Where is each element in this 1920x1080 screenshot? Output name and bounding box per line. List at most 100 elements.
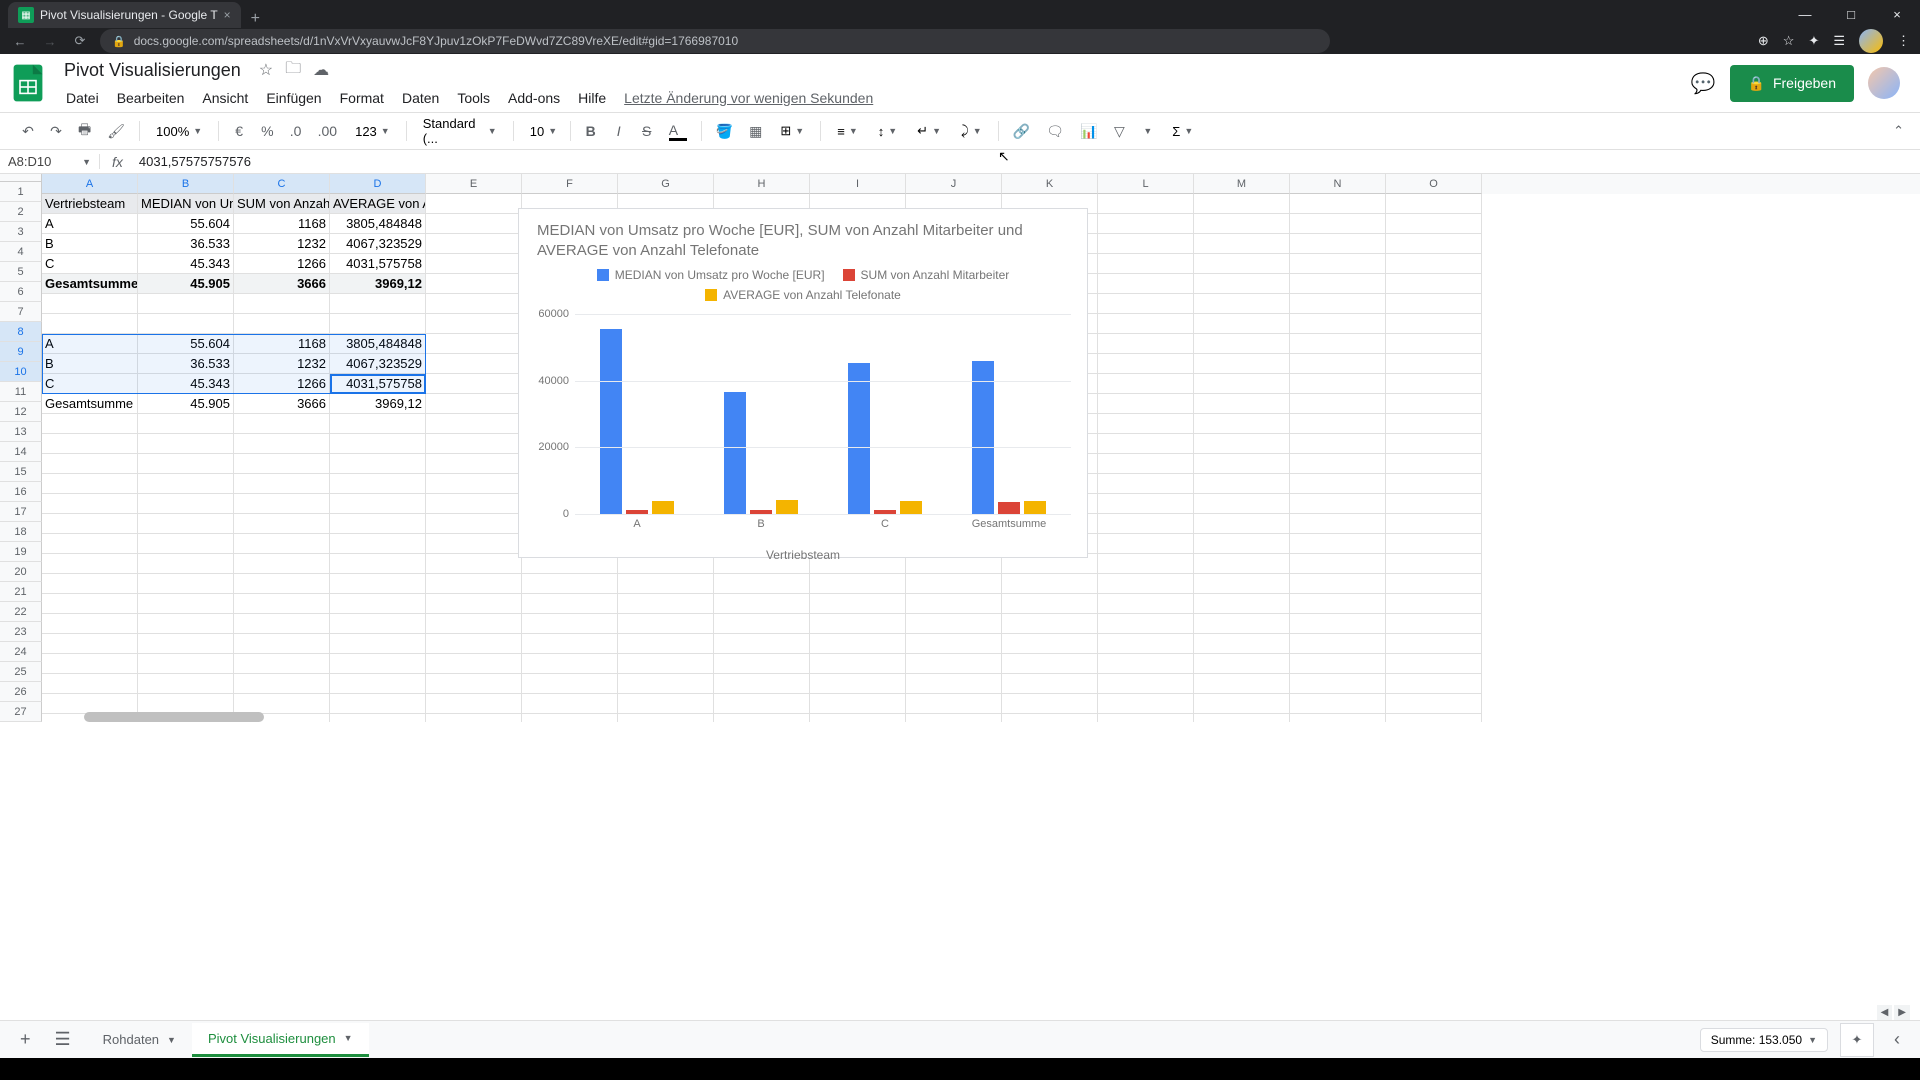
cell-L27[interactable] <box>1098 714 1194 722</box>
cell-D8[interactable]: 3805,484848 <box>330 334 426 354</box>
cell-C3[interactable]: 1232 <box>234 234 330 254</box>
cell-J25[interactable] <box>906 674 1002 694</box>
row-header[interactable]: 8 <box>0 322 42 342</box>
back-icon[interactable]: ← <box>10 34 30 49</box>
cell-C26[interactable] <box>234 694 330 714</box>
cell-L11[interactable] <box>1098 394 1194 414</box>
cell-B1[interactable]: MEDIAN von Un <box>138 194 234 214</box>
cell-A18[interactable] <box>42 534 138 554</box>
row-header[interactable]: 17 <box>0 502 42 522</box>
cell-C4[interactable]: 1266 <box>234 254 330 274</box>
bookmark-star-icon[interactable]: ☆ <box>1783 33 1795 49</box>
cell-B4[interactable]: 45.343 <box>138 254 234 274</box>
cell-A14[interactable] <box>42 454 138 474</box>
cell-C25[interactable] <box>234 674 330 694</box>
cell-O5[interactable] <box>1386 274 1482 294</box>
cell-O8[interactable] <box>1386 334 1482 354</box>
reading-list-icon[interactable]: ☰ <box>1833 33 1845 49</box>
cell-N8[interactable] <box>1290 334 1386 354</box>
address-bar[interactable]: 🔒 docs.google.com/spreadsheets/d/1nVxVrV… <box>100 29 1330 53</box>
cell-H26[interactable] <box>714 694 810 714</box>
cell-M8[interactable] <box>1194 334 1290 354</box>
sheet-tab[interactable]: Rohdaten▼ <box>87 1023 192 1057</box>
cell-D26[interactable] <box>330 694 426 714</box>
cell-C5[interactable]: 3666 <box>234 274 330 294</box>
cell-N15[interactable] <box>1290 474 1386 494</box>
cell-M5[interactable] <box>1194 274 1290 294</box>
cell-O9[interactable] <box>1386 354 1482 374</box>
cell-E4[interactable] <box>426 254 522 274</box>
cell-N3[interactable] <box>1290 234 1386 254</box>
cell-O16[interactable] <box>1386 494 1482 514</box>
column-header[interactable]: L <box>1098 174 1194 194</box>
cell-H27[interactable] <box>714 714 810 722</box>
cell-A17[interactable] <box>42 514 138 534</box>
document-title[interactable]: Pivot Visualisierungen <box>58 58 247 83</box>
cell-K23[interactable] <box>1002 634 1098 654</box>
filter-icon[interactable]: ▽ <box>1107 119 1131 144</box>
menu-hilfe[interactable]: Hilfe <box>570 86 614 110</box>
cell-M13[interactable] <box>1194 434 1290 454</box>
cell-E27[interactable] <box>426 714 522 722</box>
cell-G23[interactable] <box>618 634 714 654</box>
cell-A3[interactable]: B <box>42 234 138 254</box>
new-tab-button[interactable]: + <box>241 10 270 28</box>
name-box[interactable]: A8:D10 ▼ <box>0 154 100 169</box>
cell-N10[interactable] <box>1290 374 1386 394</box>
window-maximize-icon[interactable]: □ <box>1828 0 1874 28</box>
cell-M23[interactable] <box>1194 634 1290 654</box>
column-header[interactable]: K <box>1002 174 1098 194</box>
menu-datei[interactable]: Datei <box>58 86 107 110</box>
column-header[interactable]: M <box>1194 174 1290 194</box>
cell-N11[interactable] <box>1290 394 1386 414</box>
cell-D18[interactable] <box>330 534 426 554</box>
row-header[interactable]: 4 <box>0 242 42 262</box>
cell-H25[interactable] <box>714 674 810 694</box>
cell-D10[interactable]: 4031,575758 <box>330 374 426 394</box>
row-header[interactable]: 12 <box>0 402 42 422</box>
cell-E20[interactable] <box>426 574 522 594</box>
cell-N20[interactable] <box>1290 574 1386 594</box>
window-close-icon[interactable]: × <box>1874 0 1920 28</box>
cell-E16[interactable] <box>426 494 522 514</box>
cell-C11[interactable]: 3666 <box>234 394 330 414</box>
cell-J27[interactable] <box>906 714 1002 722</box>
cell-L9[interactable] <box>1098 354 1194 374</box>
cell-E23[interactable] <box>426 634 522 654</box>
cell-N13[interactable] <box>1290 434 1386 454</box>
cell-O22[interactable] <box>1386 614 1482 634</box>
cell-C24[interactable] <box>234 654 330 674</box>
column-header[interactable]: C <box>234 174 330 194</box>
cell-G25[interactable] <box>618 674 714 694</box>
cell-L25[interactable] <box>1098 674 1194 694</box>
cell-C19[interactable] <box>234 554 330 574</box>
cell-N7[interactable] <box>1290 314 1386 334</box>
cell-M20[interactable] <box>1194 574 1290 594</box>
row-header[interactable]: 23 <box>0 622 42 642</box>
cell-G20[interactable] <box>618 574 714 594</box>
cell-K26[interactable] <box>1002 694 1098 714</box>
cell-L18[interactable] <box>1098 534 1194 554</box>
cell-H22[interactable] <box>714 614 810 634</box>
cell-E3[interactable] <box>426 234 522 254</box>
paint-format-icon[interactable]: 🖌 <box>101 119 131 144</box>
cell-D5[interactable]: 3969,12 <box>330 274 426 294</box>
row-header[interactable]: 7 <box>0 302 42 322</box>
cell-C17[interactable] <box>234 514 330 534</box>
number-format-select[interactable]: 123▼ <box>347 120 398 143</box>
cell-B18[interactable] <box>138 534 234 554</box>
cell-K27[interactable] <box>1002 714 1098 722</box>
cell-O18[interactable] <box>1386 534 1482 554</box>
cell-A5[interactable]: Gesamtsumme <box>42 274 138 294</box>
cell-E13[interactable] <box>426 434 522 454</box>
cell-A23[interactable] <box>42 634 138 654</box>
row-header[interactable]: 19 <box>0 542 42 562</box>
cell-A24[interactable] <box>42 654 138 674</box>
menu-einfügen[interactable]: Einfügen <box>258 86 329 110</box>
cell-M25[interactable] <box>1194 674 1290 694</box>
cell-B14[interactable] <box>138 454 234 474</box>
cell-A10[interactable]: C <box>42 374 138 394</box>
column-header[interactable]: H <box>714 174 810 194</box>
cell-C15[interactable] <box>234 474 330 494</box>
cell-E7[interactable] <box>426 314 522 334</box>
